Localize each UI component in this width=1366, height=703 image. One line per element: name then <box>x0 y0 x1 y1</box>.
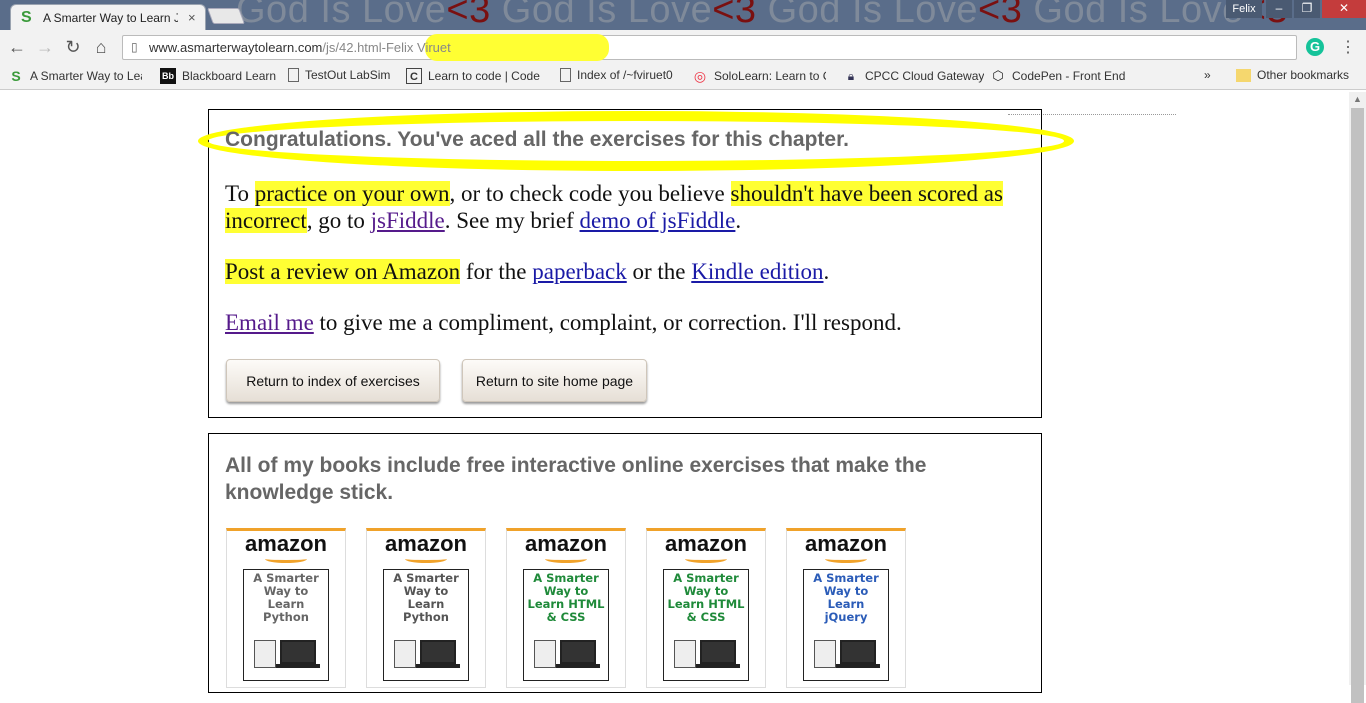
codecademy-icon: C <box>406 68 422 84</box>
book-card[interactable]: amazon A Smarter Way to Learn jQuery <box>786 528 906 688</box>
book-title: A Smarter Way to Learn Python <box>253 571 319 624</box>
laptop-icon <box>700 640 736 664</box>
laptop-icon <box>420 640 456 664</box>
paperback-link[interactable]: paperback <box>532 259 627 284</box>
url-highlight <box>425 34 609 61</box>
book-card[interactable]: amazon A Smarter Way to Learn Python <box>226 528 346 688</box>
tab-active[interactable]: S A Smarter Way to Learn J × <box>10 4 206 30</box>
bookmark-item[interactable]: ⬡ CodePen - Front End <box>990 68 1125 84</box>
book-title: A Smarter Way to Learn Python <box>393 571 459 624</box>
amazon-smile-icon <box>825 555 867 563</box>
folder-icon <box>1236 68 1251 82</box>
amazon-smile-icon <box>405 555 447 563</box>
kindle-link[interactable]: Kindle edition <box>691 259 823 284</box>
forward-icon[interactable]: → <box>34 36 56 58</box>
book-title: A Smarter Way to Learn HTML & CSS <box>527 571 605 624</box>
close-window-icon[interactable]: ✕ <box>1322 0 1366 18</box>
amazon-logo: amazon <box>245 531 327 556</box>
tablet-icon <box>534 640 556 668</box>
amazon-smile-icon <box>685 555 727 563</box>
home-icon[interactable]: ⌂ <box>90 36 112 58</box>
blackboard-icon: Bb <box>160 68 176 84</box>
page-info-icon[interactable]: ▯ <box>131 40 138 54</box>
book-title: A Smarter Way to Learn HTML & CSS <box>667 571 745 624</box>
bookmark-item[interactable]: TestOut LabSim <box>288 68 390 82</box>
site-favicon-icon: S <box>21 8 32 26</box>
tab-close-icon[interactable]: × <box>188 10 196 25</box>
amazon-logo: amazon <box>385 531 467 556</box>
profile-button[interactable]: Felix <box>1226 0 1262 18</box>
theme-banner: God Is Love<3 God Is Love<3 God Is Love<… <box>236 0 1288 30</box>
address-bar[interactable]: ▯ www.asmarterwaytolearn.com/js/42.html-… <box>122 34 1297 61</box>
paragraph-review: Post a review on Amazon for the paperbac… <box>225 259 830 284</box>
vertical-scrollbar[interactable]: ▲ <box>1349 92 1366 703</box>
laptop-icon <box>280 640 316 664</box>
grammarly-extension-icon[interactable]: G <box>1306 38 1324 56</box>
url-text: www.asmarterwaytolearn.com/js/42.html-Fe… <box>149 40 451 55</box>
book-cover: A Smarter Way to Learn HTML & CSS <box>663 569 749 681</box>
laptop-base <box>556 664 600 668</box>
bookmark-item[interactable]: C Learn to code | Code <box>406 68 544 84</box>
book-card[interactable]: amazon A Smarter Way to Learn HTML & CSS <box>506 528 626 688</box>
bookmarks-bar: SA Smarter Way to Lea Bb Blackboard Learn… <box>0 64 1366 90</box>
amazon-logo: amazon <box>805 531 887 556</box>
laptop-icon <box>560 640 596 664</box>
page-icon <box>560 68 571 82</box>
bookmark-item[interactable]: Bb Blackboard Learn <box>160 68 276 84</box>
browser-chrome: God Is Love<3 God Is Love<3 God Is Love<… <box>0 0 1366 92</box>
menu-icon[interactable]: ⋮ <box>1340 37 1356 57</box>
tablet-icon <box>674 640 696 668</box>
site-s-icon: S <box>11 68 21 84</box>
restore-icon[interactable]: ❐ <box>1294 0 1320 18</box>
lock-icon: 🔒︎ <box>847 69 855 83</box>
amazon-logo: amazon <box>525 531 607 556</box>
amazon-logo: amazon <box>665 531 747 556</box>
tablet-icon <box>814 640 836 668</box>
amazon-smile-icon <box>265 555 307 563</box>
laptop-base <box>276 664 320 668</box>
book-card[interactable]: amazon A Smarter Way to Learn Python <box>366 528 486 688</box>
paragraph-practice: To practice on your own, or to check cod… <box>225 181 1003 233</box>
bookmarks-overflow-icon[interactable]: » <box>1204 68 1211 82</box>
laptop-base <box>696 664 740 668</box>
scroll-thumb[interactable] <box>1351 108 1364 703</box>
tab-title: A Smarter Way to Learn J <box>43 10 178 25</box>
bookmark-item[interactable]: ◎ SoloLearn: Learn to C <box>692 68 826 84</box>
congrats-heading: Congratulations. You've aced all the exe… <box>225 128 849 151</box>
laptop-icon <box>840 640 876 664</box>
demo-jsfiddle-link[interactable]: demo of jsFiddle <box>580 208 736 233</box>
book-title: A Smarter Way to Learn jQuery <box>813 571 879 624</box>
amazon-smile-icon <box>545 555 587 563</box>
title-bar: God Is Love<3 God Is Love<3 God Is Love<… <box>0 0 1366 30</box>
return-home-button[interactable]: Return to site home page <box>462 359 647 402</box>
books-heading: All of my books include free interactive… <box>225 454 927 504</box>
bookmark-item[interactable]: Index of /~fviruet0 <box>560 68 673 82</box>
email-link[interactable]: Email me <box>225 310 314 335</box>
other-bookmarks[interactable]: Other bookmarks <box>1236 68 1349 82</box>
scroll-up-icon[interactable]: ▲ <box>1353 94 1362 104</box>
codepen-icon: ⬡ <box>992 68 1004 83</box>
minimize-icon[interactable]: – <box>1266 0 1292 18</box>
toolbar: ← → ↻ ⌂ ▯ www.asmarterwaytolearn.com/js/… <box>0 30 1366 64</box>
laptop-base <box>836 664 880 668</box>
tablet-icon <box>254 640 276 668</box>
book-card[interactable]: amazon A Smarter Way to Learn HTML & CSS <box>646 528 766 688</box>
reload-icon[interactable]: ↻ <box>62 36 84 58</box>
return-index-button[interactable]: Return to index of exercises <box>226 359 440 402</box>
new-tab-button[interactable] <box>207 8 245 24</box>
paragraph-email: Email me to give me a compliment, compla… <box>225 310 902 335</box>
tablet-icon <box>394 640 416 668</box>
sololearn-icon: ◎ <box>693 68 707 84</box>
laptop-base <box>416 664 460 668</box>
bookmark-item[interactable]: SA Smarter Way to Lea <box>8 68 142 84</box>
back-icon[interactable]: ← <box>6 36 28 58</box>
book-cover: A Smarter Way to Learn HTML & CSS <box>523 569 609 681</box>
book-cover: A Smarter Way to Learn jQuery <box>803 569 889 681</box>
page-icon <box>288 68 299 82</box>
book-cover: A Smarter Way to Learn Python <box>243 569 329 681</box>
bookmark-item[interactable]: 🔒︎ CPCC Cloud Gateway <box>843 68 985 84</box>
book-cover: A Smarter Way to Learn Python <box>383 569 469 681</box>
jsfiddle-link[interactable]: jsFiddle <box>371 208 445 233</box>
